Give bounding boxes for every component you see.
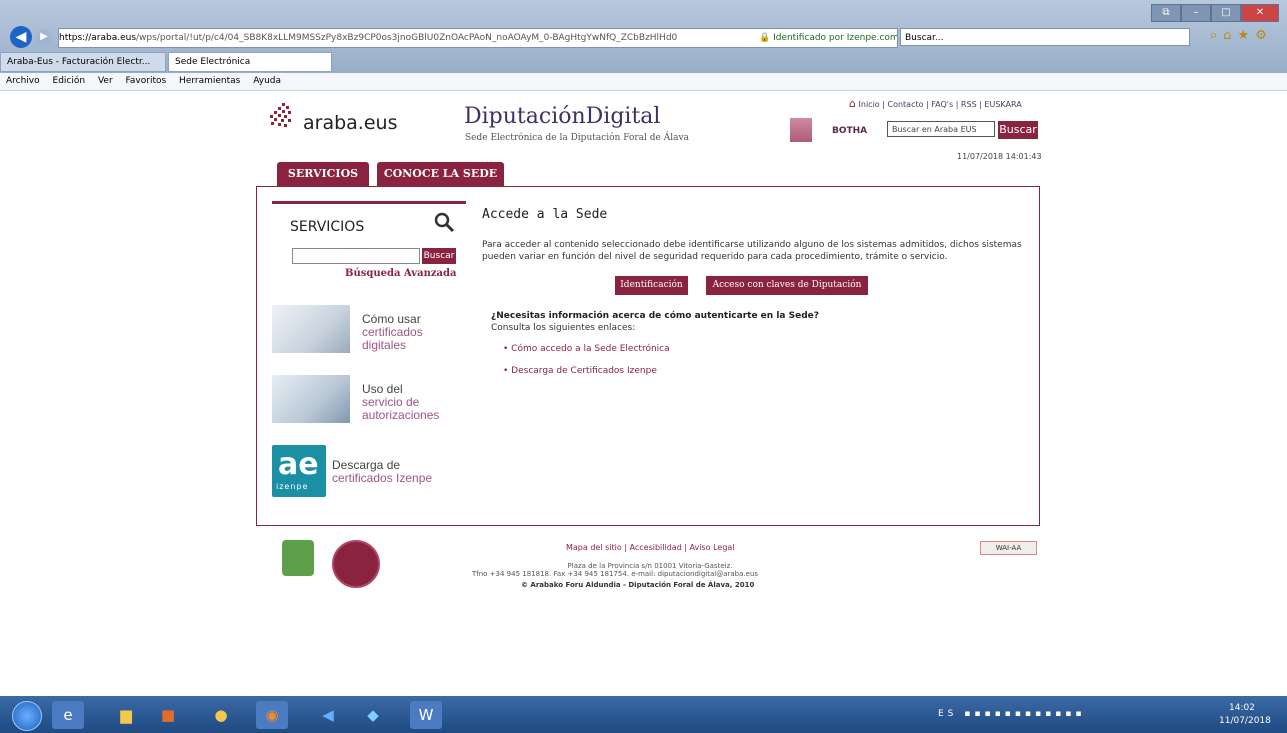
maximize-icon[interactable]: □: [1211, 4, 1241, 22]
izenpe-logo[interactable]: ae izenpe: [272, 445, 326, 497]
lock-icon[interactable]: 🔒 Identificado por Izenpe.com ↻: [759, 29, 898, 47]
menu-ayuda[interactable]: Ayuda: [253, 76, 281, 86]
info-subtitle: Consulta los siguientes enlaces:: [491, 323, 636, 333]
link-como-accedo[interactable]: • Cómo accedo a la Sede Electrónica: [503, 344, 670, 354]
browser-tabs: Araba-Eus - Facturación Electr... Sede E…: [0, 52, 334, 72]
address-bar[interactable]: https://araba.eus/wps/portal/!ut/p/c4/04…: [58, 28, 898, 48]
tab-araba-eus[interactable]: Araba-Eus - Facturación Electr...: [0, 52, 166, 72]
accessibility-badge-icon[interactable]: [282, 540, 314, 576]
menu-favoritos[interactable]: Favoritos: [126, 76, 167, 86]
izenpe-logo-word: izenpe: [276, 482, 309, 491]
sidebar-title: SERVICIOS: [290, 219, 365, 235]
promo-line: autorizaciones: [362, 408, 440, 422]
tab-conoce-la-sede[interactable]: CONOCE LA SEDE: [377, 162, 504, 186]
tab-sede-electronica[interactable]: Sede Electrónica: [168, 52, 332, 72]
certificates-image[interactable]: [272, 305, 350, 353]
security-label: Identificado por Izenpe.com: [773, 33, 898, 43]
home-icon[interactable]: ⌂: [849, 97, 856, 110]
forward-button[interactable]: ▶: [36, 29, 52, 45]
authorizations-image[interactable]: [272, 375, 350, 423]
office-icon[interactable]: ■: [152, 701, 184, 729]
info-question: ¿Necesitas información acerca de cómo au…: [491, 311, 819, 321]
link-text[interactable]: Cómo accedo a la Sede Electrónica: [511, 344, 669, 354]
address-path: /wps/portal/!ut/p/c4/04_SB8K8xLLM9MSSzPy…: [136, 33, 678, 43]
star-icon[interactable]: ★: [1238, 28, 1256, 43]
promo-izenpe[interactable]: Descarga de certificados Izenpe: [332, 459, 432, 485]
diputacion-digital-title: DiputaciónDigital: [464, 104, 661, 129]
promo-line: certificados Izenpe: [332, 471, 433, 485]
footer-address: Plaza de la Provincia s/n 01001 Vitoria-…: [567, 562, 733, 570]
top-links-text[interactable]: Inicio | Contacto | FAQ's | RSS | EUSKAR…: [859, 100, 1022, 109]
page-title: Accede a la Sede: [482, 207, 608, 222]
minimize-icon[interactable]: –: [1181, 4, 1211, 22]
ie-icon[interactable]: e: [52, 701, 84, 729]
taskbar: [0, 696, 1287, 733]
gear-icon[interactable]: ⚙: [1255, 28, 1273, 43]
link-text[interactable]: Descarga de Certificados Izenpe: [511, 366, 657, 376]
botha-icon[interactable]: [790, 118, 812, 142]
system-tray[interactable]: ES ▪▪▪▪▪▪▪▪▪▪▪▪: [938, 709, 1085, 719]
sidebar-search-input[interactable]: [292, 248, 420, 264]
back-button[interactable]: ◀: [10, 26, 32, 48]
footer-contact: Tfno +34 945 181818. Fax +34 945 181754.…: [472, 570, 759, 578]
promo-autorizaciones[interactable]: Uso del servicio de autorizaciones: [362, 383, 439, 422]
botha-link[interactable]: BOTHA: [832, 126, 867, 136]
tab-servicios[interactable]: SERVICIOS: [277, 162, 369, 186]
app-icon[interactable]: ◆: [357, 701, 389, 729]
restore-icon[interactable]: ⧉: [1151, 4, 1181, 22]
home-icon[interactable]: ⌂: [1223, 28, 1237, 43]
link-descarga-certificados[interactable]: • Descarga de Certificados Izenpe: [503, 366, 657, 376]
start-button[interactable]: [12, 701, 42, 731]
promo-certificados[interactable]: Cómo usar certificados digitales: [362, 313, 423, 352]
top-links[interactable]: ⌂ Inicio | Contacto | FAQ's | RSS | EUSK…: [849, 97, 1022, 110]
footer-links[interactable]: Mapa del sitio | Accesibilidad | Aviso L…: [566, 543, 735, 552]
sidebar-divider: [272, 201, 466, 204]
menu-bar: Archivo Edición Ver Favoritos Herramient…: [0, 73, 1287, 91]
header-datetime: 11/07/2018 14:01:43: [957, 152, 1042, 161]
app-icon[interactable]: ◀: [312, 701, 344, 729]
menu-herramientas[interactable]: Herramientas: [179, 76, 240, 86]
word-icon[interactable]: W: [410, 701, 442, 729]
folder-icon[interactable]: ▆: [110, 701, 142, 729]
sidebar-search-button[interactable]: Buscar: [422, 248, 456, 264]
browser-search-input[interactable]: Buscar...: [900, 28, 1190, 46]
menu-edicion[interactable]: Edición: [53, 76, 86, 86]
site-search-button[interactable]: Buscar: [998, 121, 1038, 139]
identification-button[interactable]: Identificación: [615, 276, 688, 295]
footer-copyright: © Arabako Foru Aldundia - Diputación For…: [521, 581, 755, 589]
firefox-icon[interactable]: ◉: [256, 701, 288, 729]
promo-line: digitales: [362, 338, 407, 352]
clock-time[interactable]: 14:02: [1229, 703, 1255, 713]
search-icon[interactable]: ⌕: [1210, 28, 1223, 43]
toolbar-icons: ⌕⌂★⚙: [1210, 28, 1273, 43]
araba-logo-text[interactable]: araba.eus: [303, 112, 397, 134]
app-icon[interactable]: ●: [205, 701, 237, 729]
address-host: araba.eus: [91, 33, 137, 43]
menu-ver[interactable]: Ver: [98, 76, 113, 86]
advanced-search-link[interactable]: Búsqueda Avanzada: [345, 268, 456, 279]
intro-text: Para acceder al contenido seleccionado d…: [482, 240, 1022, 262]
sede-subtitle: Sede Electrónica de la Diputación Foral …: [465, 133, 689, 143]
site-search-input[interactable]: Buscar en Araba EUS: [887, 121, 995, 137]
menu-archivo[interactable]: Archivo: [6, 76, 40, 86]
close-icon[interactable]: ✕: [1241, 4, 1279, 22]
window-controls: ⧉ – □ ✕: [1151, 4, 1279, 22]
claves-access-button[interactable]: Acceso con claves de Diputación: [706, 276, 868, 295]
address-scheme: https://: [59, 33, 92, 43]
search-icon[interactable]: [433, 211, 455, 233]
izenpe-logo-mark: ae: [278, 447, 319, 482]
tray-lang[interactable]: ES: [938, 709, 957, 719]
seal-icon[interactable]: [332, 540, 380, 588]
araba-logo-icon[interactable]: [268, 103, 296, 129]
wai-badge[interactable]: WAI-AA: [980, 541, 1037, 555]
clock-date[interactable]: 11/07/2018: [1219, 716, 1271, 726]
